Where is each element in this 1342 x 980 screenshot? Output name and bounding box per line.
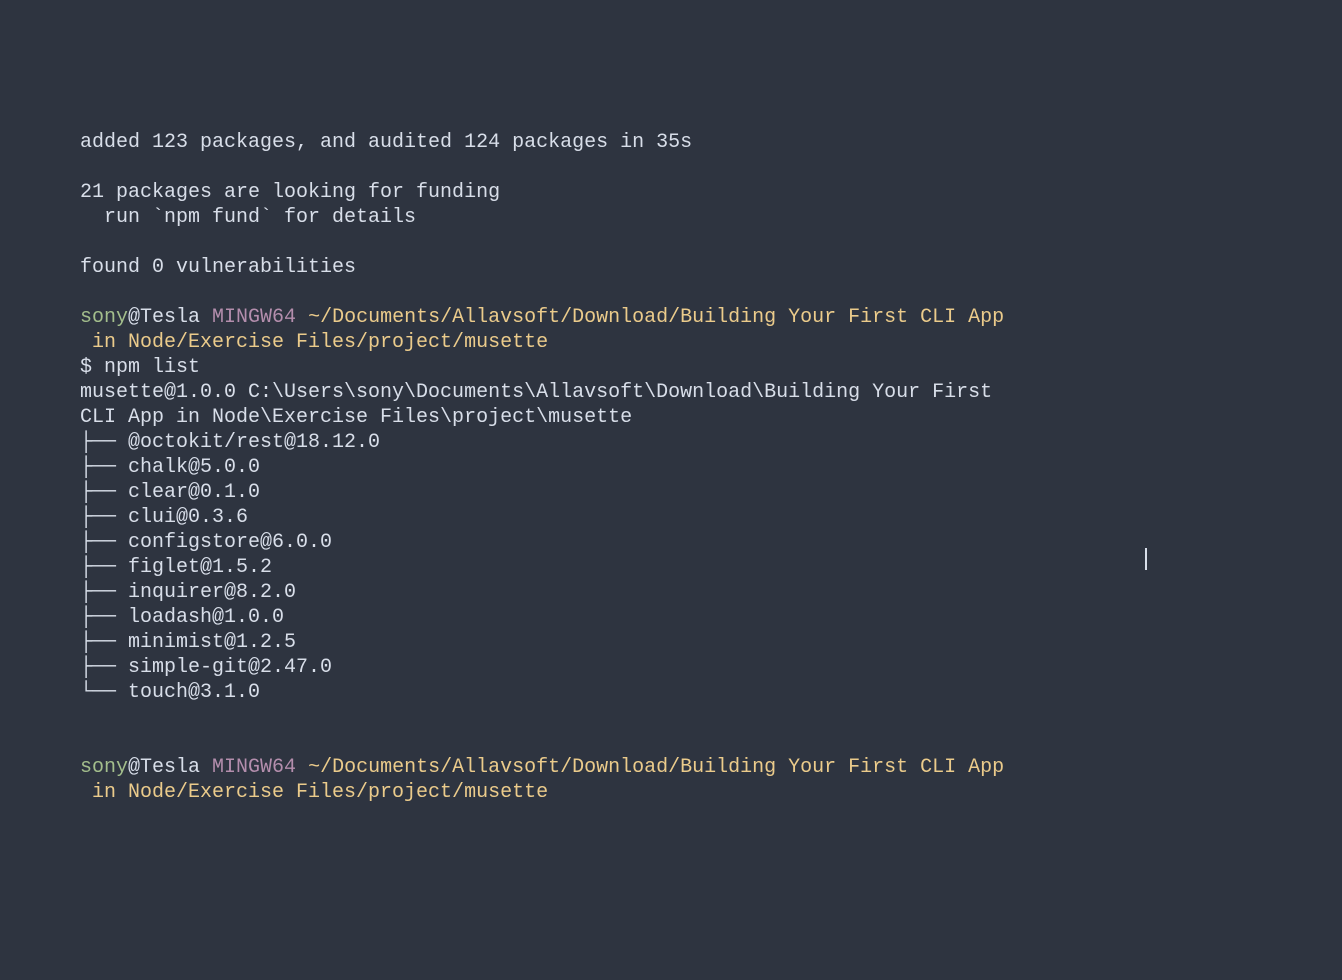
dep-line: ├── figlet@1.5.2 xyxy=(80,556,272,579)
npm-header-cont: CLI App in Node\Exercise Files\project\m… xyxy=(80,406,632,429)
prompt-path: ~/Documents/Allavsoft/Download/Building … xyxy=(296,306,1004,329)
output-line: added 123 packages, and audited 124 pack… xyxy=(80,131,692,154)
prompt-host: Tesla xyxy=(140,756,200,779)
dep-line: ├── configstore@6.0.0 xyxy=(80,531,332,554)
dep-line: ├── clui@0.3.6 xyxy=(80,506,248,529)
dep-line: ├── simple-git@2.47.0 xyxy=(80,656,332,679)
prompt-env: MINGW64 xyxy=(200,306,296,329)
output-line: found 0 vulnerabilities xyxy=(80,256,356,279)
prompt-path: ~/Documents/Allavsoft/Download/Building … xyxy=(296,756,1004,779)
prompt-at: @ xyxy=(128,756,140,779)
text-cursor-icon xyxy=(1145,548,1147,570)
output-line: 21 packages are looking for funding xyxy=(80,181,500,204)
prompt-path-cont: in Node/Exercise Files/project/musette xyxy=(80,331,548,354)
prompt-env: MINGW64 xyxy=(200,756,296,779)
output-line: run `npm fund` for details xyxy=(80,206,416,229)
prompt-char: $ xyxy=(80,356,104,379)
dep-line: ├── chalk@5.0.0 xyxy=(80,456,260,479)
prompt-host: Tesla xyxy=(140,306,200,329)
prompt-at: @ xyxy=(128,306,140,329)
prompt-path-cont: in Node/Exercise Files/project/musette xyxy=(80,781,548,804)
dep-line: ├── minimist@1.2.5 xyxy=(80,631,296,654)
dep-line: ├── loadash@1.0.0 xyxy=(80,606,284,629)
prompt-user: sony xyxy=(80,756,128,779)
dep-line: ├── @octokit/rest@18.12.0 xyxy=(80,431,380,454)
dep-line: └── touch@3.1.0 xyxy=(80,681,260,704)
dep-line: ├── clear@0.1.0 xyxy=(80,481,260,504)
terminal-output[interactable]: added 123 packages, and audited 124 pack… xyxy=(0,100,1342,805)
dep-line: ├── inquirer@8.2.0 xyxy=(80,581,296,604)
npm-header: musette@1.0.0 C:\Users\sony\Documents\Al… xyxy=(80,381,1004,404)
prompt-user: sony xyxy=(80,306,128,329)
command-text: npm list xyxy=(104,356,200,379)
